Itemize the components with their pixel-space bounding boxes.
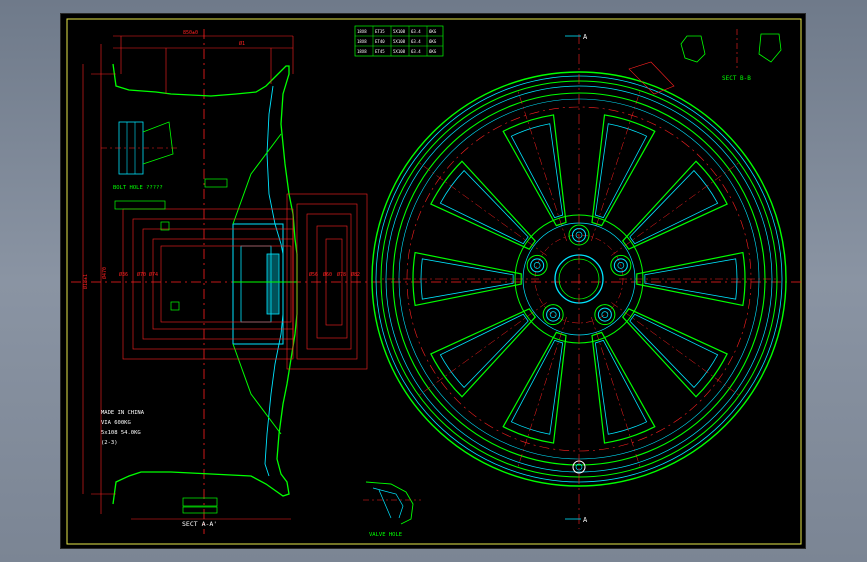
svg-text:Ø78: Ø78 bbox=[337, 271, 346, 278]
spec-cell: 6KG bbox=[429, 49, 437, 54]
spec-cell: 18X8 bbox=[357, 29, 367, 34]
spec-cell: ET40 bbox=[375, 39, 385, 44]
bolt-hole-core bbox=[549, 311, 557, 318]
svg-text:Ø56: Ø56 bbox=[309, 271, 318, 278]
spec-cell: 18X8 bbox=[357, 49, 367, 54]
cut-marker-bottom: A bbox=[565, 516, 588, 524]
spec-cell: 5X108 bbox=[393, 29, 406, 34]
bolt-hole-inner bbox=[597, 307, 612, 322]
marking-text: MADE IN CHINA VIA 600KG 5x108 54.0KG (2-… bbox=[101, 410, 145, 446]
spec-table: 18X8 ET35 5X108 63.4 6KG 18X8 ET40 5X108… bbox=[354, 25, 444, 57]
spec-cell: 5X108 bbox=[393, 39, 406, 44]
section-aa-title: SECT A-A' bbox=[182, 520, 217, 528]
svg-text:Ø74: Ø74 bbox=[149, 271, 158, 278]
marking-line-3: 5x108 54.0KG bbox=[101, 430, 141, 436]
svg-text:Ø70: Ø70 bbox=[137, 271, 146, 278]
marking-line-2: VIA 600KG bbox=[101, 420, 131, 426]
spec-cell: 63.4 bbox=[411, 29, 421, 34]
bolt-hole-label: BOLT HOLE ????? bbox=[113, 185, 163, 191]
bolt-hole-core bbox=[601, 311, 609, 318]
spoke-window-inner bbox=[510, 123, 564, 219]
marking-line-1: MADE IN CHINA bbox=[101, 410, 145, 416]
spec-cell: 6KG bbox=[429, 29, 437, 34]
svg-text:Ø470: Ø470 bbox=[101, 267, 108, 279]
wheel-front-view bbox=[371, 34, 787, 529]
cut-marker-top-label: A bbox=[583, 33, 588, 41]
marking-line-4: (2-3) bbox=[101, 440, 118, 446]
cut-marker-bottom-label: A bbox=[583, 516, 588, 524]
svg-text:Ø1: Ø1 bbox=[239, 40, 245, 47]
spec-cell: 18X8 bbox=[357, 39, 367, 44]
cut-marker-top: A bbox=[565, 33, 588, 41]
svg-text:Ø18±1: Ø18±1 bbox=[82, 274, 89, 289]
svg-text:850±0: 850±0 bbox=[183, 30, 198, 36]
spec-cell: 5X108 bbox=[393, 49, 406, 54]
svg-text:Ø60: Ø60 bbox=[323, 271, 332, 278]
bolt-hole-inner bbox=[530, 258, 545, 273]
spoke-window-inner bbox=[594, 339, 648, 435]
spec-cell: 63.4 bbox=[411, 49, 421, 54]
spec-cell: 6KG bbox=[429, 39, 437, 44]
spec-cell: ET45 bbox=[375, 49, 385, 54]
spec-cell: 63.4 bbox=[411, 39, 421, 44]
valve-hole-label: VALVE HOLE bbox=[369, 532, 402, 538]
cad-drawing-sheet: 850±0 Ø1 Ø18±1 Ø470 Ø36 Ø70 Ø74 Ø56 Ø60 … bbox=[60, 13, 806, 549]
spoke-window-inner bbox=[510, 339, 564, 435]
spoke-window-inner bbox=[594, 123, 648, 219]
bolt-hole-inner bbox=[546, 307, 561, 322]
spec-cell: ET35 bbox=[375, 29, 385, 34]
section-bb-view: SECT B-B bbox=[680, 29, 782, 82]
svg-text:Ø36: Ø36 bbox=[119, 271, 128, 278]
sheet-border bbox=[66, 18, 802, 545]
valve-hole-detail: VALVE HOLE bbox=[363, 481, 421, 538]
bolt-hole-detail bbox=[101, 121, 179, 175]
bolt-hole-core bbox=[533, 262, 541, 269]
svg-text:Ø82: Ø82 bbox=[351, 271, 360, 278]
section-bb-title: SECT B-B bbox=[722, 75, 751, 82]
drawing-canvas: 850±0 Ø1 Ø18±1 Ø470 Ø36 Ø70 Ø74 Ø56 Ø60 … bbox=[66, 18, 802, 545]
